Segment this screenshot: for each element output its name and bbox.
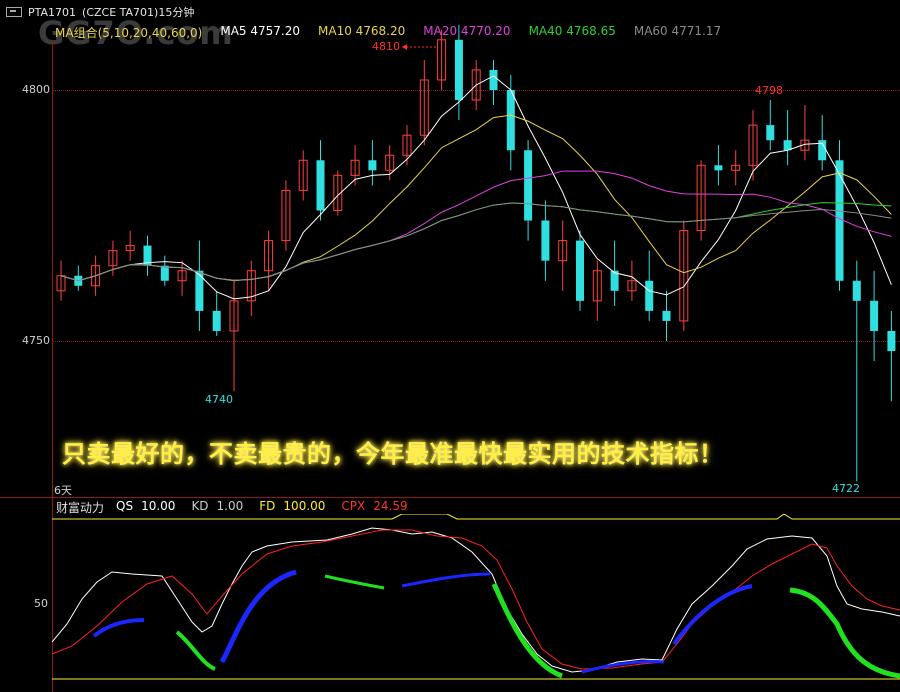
qs-label: QS: [116, 499, 134, 513]
candle: [541, 200, 550, 281]
low-mark-4740: 4740: [205, 393, 233, 406]
fd-label: FD: [259, 499, 276, 513]
candle: [748, 110, 758, 181]
candle: [212, 290, 221, 336]
candle: [419, 59, 429, 146]
qs-value: 10.00: [141, 499, 176, 513]
fd-value: 100.00: [283, 499, 326, 513]
candle: [783, 110, 792, 166]
kd-label: KD: [191, 499, 209, 513]
candle: [524, 140, 533, 241]
candle: [506, 74, 515, 171]
candle: [766, 100, 775, 151]
panel-separator: [0, 497, 900, 498]
indicator-chart[interactable]: [52, 514, 900, 692]
candle: [818, 115, 827, 171]
candle: [281, 180, 291, 251]
candle: [56, 260, 66, 301]
candle: [835, 140, 844, 291]
candle: [264, 230, 274, 291]
candle: [800, 105, 810, 161]
candle: [852, 260, 861, 482]
candle: [177, 260, 187, 296]
indicator-tick-50: 50: [34, 597, 48, 610]
candle: [731, 150, 741, 186]
indicator-legend: 财富动力 QS 10.00 KD 1.00 FD 100.00 CPX 24.5…: [56, 499, 408, 515]
candle: [125, 230, 135, 261]
candle: [298, 150, 308, 201]
candle: [887, 310, 896, 402]
candle: [368, 140, 377, 186]
candle: [576, 230, 584, 311]
candle: [679, 220, 689, 331]
candle: [592, 260, 602, 321]
candle: [696, 160, 706, 241]
window-menu-icon[interactable]: [6, 7, 22, 17]
candle: [662, 290, 671, 341]
low-mark-4722: 4722: [832, 482, 860, 495]
high-mark-4798: 4798: [755, 84, 783, 97]
candle: [489, 59, 498, 106]
indicator-name[interactable]: 财富动力: [56, 499, 104, 515]
candle: [316, 140, 325, 221]
high-mark-4810: 4810: [372, 40, 400, 53]
candle: [246, 260, 256, 316]
candle: [454, 24, 463, 121]
days-label: 6天: [54, 484, 72, 497]
candle: [627, 260, 637, 301]
candle: [195, 240, 204, 331]
candle: [870, 270, 879, 362]
cpx-value: 24.59: [373, 499, 408, 513]
candle: [558, 220, 568, 291]
candle: [714, 145, 723, 186]
high-mark-arrow: [402, 44, 438, 50]
candle: [74, 265, 83, 291]
ma20-line: [60, 170, 892, 282]
candle: [160, 255, 169, 286]
cpx-label: CPX: [341, 499, 366, 513]
ma60-line: [60, 202, 892, 282]
candle: [437, 29, 447, 90]
kd-value: 1.00: [216, 499, 244, 513]
promo-banner: 只卖最好的，不卖最贵的，今年最准最快最实用的技术指标！: [62, 439, 724, 468]
candle: [385, 145, 395, 181]
candle: [143, 235, 152, 276]
candle: [645, 250, 654, 321]
